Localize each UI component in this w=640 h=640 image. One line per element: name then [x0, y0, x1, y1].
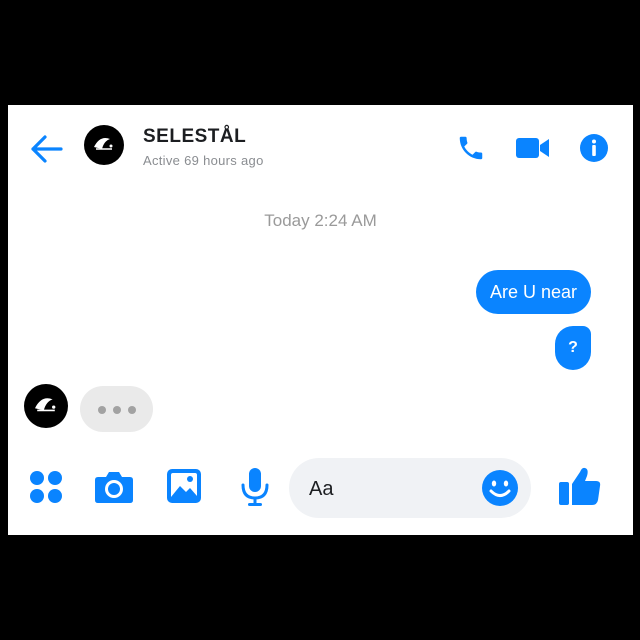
microphone-icon[interactable]: [240, 467, 270, 507]
info-icon[interactable]: [579, 133, 609, 163]
avatar[interactable]: [24, 384, 68, 428]
typing-dot: [128, 406, 136, 414]
contact-name[interactable]: SELESTÅL: [143, 126, 246, 148]
typing-indicator: [80, 386, 153, 432]
typing-dot: [113, 406, 121, 414]
back-arrow-icon[interactable]: [30, 134, 64, 164]
outgoing-message[interactable]: ?: [555, 326, 591, 370]
message-timestamp: Today 2:24 AM: [264, 211, 377, 230]
thumbs-up-icon[interactable]: [558, 465, 602, 507]
video-camera-icon[interactable]: [515, 136, 551, 160]
camera-icon[interactable]: [94, 469, 134, 505]
typing-dot: [98, 406, 106, 414]
smiley-icon[interactable]: [481, 469, 519, 507]
message-composer[interactable]: [289, 458, 531, 518]
avatar[interactable]: [84, 125, 124, 165]
outgoing-message[interactable]: Are U near: [475, 270, 591, 314]
phone-icon[interactable]: [456, 133, 486, 163]
apps-grid-icon[interactable]: [28, 469, 64, 505]
contact-status: Active 69 hours ago: [143, 153, 264, 168]
message-input[interactable]: [307, 475, 476, 503]
gallery-icon[interactable]: [166, 468, 202, 504]
chat-screen: SELESTÅL Active 69 hours ago Today 2:24 …: [8, 105, 633, 535]
